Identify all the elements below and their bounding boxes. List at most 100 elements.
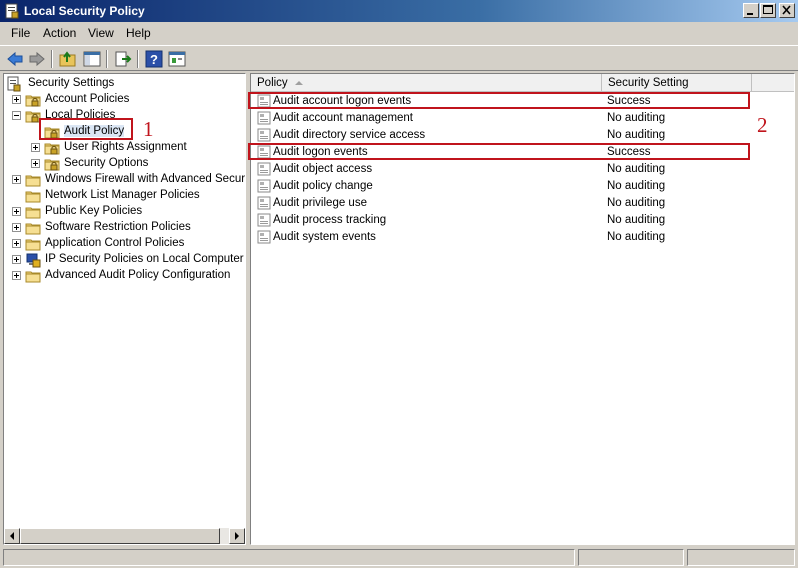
policy-icon: [257, 128, 271, 142]
menu-help[interactable]: Help: [126, 26, 151, 40]
tree-label: Advanced Audit Policy Configuration: [45, 269, 231, 281]
scroll-left-button[interactable]: [4, 528, 20, 544]
folder-icon: [25, 236, 41, 252]
policy-name: Audit object access: [273, 163, 373, 175]
annotation-number-1: 1: [143, 117, 154, 141]
column-header-policy[interactable]: Policy: [251, 74, 602, 92]
tree-label: User Rights Assignment: [64, 141, 187, 153]
menu-view[interactable]: View: [88, 26, 114, 40]
export-list-icon: [115, 51, 132, 67]
expand-icon[interactable]: [12, 175, 21, 184]
help-button[interactable]: ?: [144, 49, 164, 69]
lock-folder-icon: [44, 156, 60, 172]
expand-icon[interactable]: [12, 207, 21, 216]
table-row[interactable]: Audit system events No auditing: [251, 229, 794, 246]
annotation-number-2: 2: [757, 113, 768, 137]
ip-security-icon: [25, 252, 41, 268]
status-bar: [0, 548, 798, 568]
table-row[interactable]: Audit process tracking No auditing: [251, 212, 794, 229]
tree-label: Software Restriction Policies: [45, 221, 191, 233]
policy-name: Audit policy change: [273, 180, 373, 192]
expand-icon[interactable]: [12, 271, 21, 280]
close-button[interactable]: [779, 3, 795, 18]
folder-icon: [25, 188, 41, 204]
table-row[interactable]: Audit policy change No auditing: [251, 178, 794, 195]
table-row[interactable]: Audit object access No auditing: [251, 161, 794, 178]
back-icon: [7, 51, 23, 67]
scroll-thumb[interactable]: [20, 528, 220, 544]
status-cell-3: [687, 549, 795, 566]
console-tree[interactable]: Security Settings Account Policies Local …: [3, 73, 246, 545]
table-row[interactable]: Audit account management No auditing: [251, 110, 794, 127]
up-one-level-button[interactable]: [58, 49, 78, 69]
tree-label: Public Key Policies: [45, 205, 143, 217]
menu-file[interactable]: File: [11, 26, 30, 40]
table-row[interactable]: Audit privilege use No auditing: [251, 195, 794, 212]
folder-icon: [25, 172, 41, 188]
help-icon: ?: [145, 50, 163, 68]
policy-name: Audit process tracking: [273, 214, 387, 226]
policy-name: Audit privilege use: [273, 197, 367, 209]
tree-label: Security Settings: [28, 77, 115, 89]
annotation-box-audit-policy: [39, 118, 133, 140]
export-list-button[interactable]: [113, 49, 133, 69]
security-setting-value: No auditing: [607, 129, 666, 141]
policy-name: Audit system events: [273, 231, 376, 243]
expand-icon[interactable]: [12, 239, 21, 248]
policy-icon: [257, 179, 271, 193]
table-row[interactable]: Audit directory service access No auditin…: [251, 127, 794, 144]
show-hide-console-tree-button[interactable]: [82, 49, 102, 69]
annotation-box-logon-events: [248, 143, 750, 160]
policy-icon: [257, 213, 271, 227]
security-setting-value: No auditing: [607, 180, 666, 192]
tree-label: Account Policies: [45, 93, 130, 105]
status-cell-main: [3, 549, 575, 566]
policy-icon: [257, 162, 271, 176]
tree-horizontal-scrollbar[interactable]: [4, 528, 245, 544]
maximize-button[interactable]: [760, 3, 776, 18]
security-setting-value: No auditing: [607, 163, 666, 175]
show-hide-tree-icon: [83, 51, 101, 67]
back-button[interactable]: [5, 49, 25, 69]
expand-icon[interactable]: [31, 143, 40, 152]
status-cell-2: [578, 549, 684, 566]
policy-name: Audit directory service access: [273, 129, 426, 141]
properties-icon: [168, 51, 186, 67]
column-header-security-setting[interactable]: Security Setting: [602, 74, 752, 92]
security-setting-value: No auditing: [607, 231, 666, 243]
tree-label: Network List Manager Policies: [45, 189, 200, 201]
security-setting-value: No auditing: [607, 112, 666, 124]
folder-icon: [25, 268, 41, 284]
column-header-empty: [752, 74, 794, 92]
collapse-icon[interactable]: [12, 111, 21, 120]
minimize-button[interactable]: [743, 3, 759, 18]
menu-action[interactable]: Action: [43, 26, 76, 40]
expand-icon[interactable]: [12, 255, 21, 264]
properties-button[interactable]: [167, 49, 187, 69]
scroll-right-button[interactable]: [229, 528, 245, 544]
menu-bar: File Action View Help: [0, 23, 798, 43]
tree-label: Application Control Policies: [45, 237, 185, 249]
policy-icon: [257, 111, 271, 125]
forward-icon: [29, 51, 45, 67]
security-policy-app-icon: [4, 3, 20, 19]
expand-icon[interactable]: [12, 95, 21, 104]
tree-label: Windows Firewall with Advanced Security: [45, 173, 246, 185]
expand-icon[interactable]: [12, 223, 21, 232]
lock-folder-icon: [25, 92, 41, 108]
toolbar-separator: [106, 50, 108, 68]
tree-label: Security Options: [64, 157, 149, 169]
toolbar: ?: [0, 45, 798, 71]
lock-folder-icon: [44, 140, 60, 156]
toolbar-separator: [137, 50, 139, 68]
expand-icon[interactable]: [31, 159, 40, 168]
security-settings-icon: [6, 76, 22, 92]
tree-label: IP Security Policies on Local Computer: [45, 253, 244, 265]
policy-icon: [257, 196, 271, 210]
window-title: Local Security Policy: [24, 4, 145, 18]
forward-button[interactable]: [27, 49, 47, 69]
folder-icon: [25, 204, 41, 220]
security-setting-value: No auditing: [607, 197, 666, 209]
sort-ascending-icon: [295, 81, 303, 85]
up-folder-icon: [59, 51, 76, 67]
